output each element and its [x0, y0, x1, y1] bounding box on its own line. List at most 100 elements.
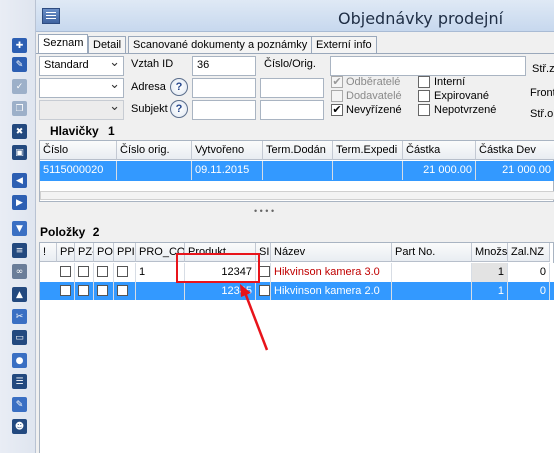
splitter-handle[interactable]: • • • • [254, 206, 274, 216]
filter-select-2[interactable] [39, 78, 124, 98]
cislo-input[interactable] [260, 78, 324, 98]
table-row[interactable]: 5115000020 09.11.2015 21 000.00 21 000.0… [40, 161, 554, 181]
vztah-id-label: Vztah ID [131, 58, 174, 70]
col-mnozstvi[interactable]: Množs [472, 243, 508, 262]
lock-icon[interactable]: ▲ [12, 287, 27, 302]
interni-checkbox[interactable] [418, 76, 430, 88]
tab-external-info[interactable]: Externí info [311, 36, 377, 53]
nepotvrzene-label: Nepotvrzené [434, 104, 497, 116]
cell-zal-nz: 0 [508, 282, 550, 301]
cell-ppi[interactable] [114, 263, 136, 282]
highlight-arrow-icon [240, 284, 269, 351]
check-icon[interactable]: ✓ [12, 79, 27, 94]
cislo-orig-input[interactable] [330, 56, 526, 76]
standard-select[interactable]: Standard [39, 56, 124, 76]
dodavatele-checkbox[interactable] [331, 90, 343, 102]
cell-cislo: 5115000020 [40, 161, 117, 180]
list-icon[interactable]: ≡ [12, 243, 27, 258]
odberatele-checkbox[interactable]: ✔ [331, 76, 343, 88]
col-nazev[interactable]: Název [271, 243, 392, 262]
cell-po[interactable] [94, 263, 114, 282]
nav-first-icon[interactable]: ◀ [12, 173, 27, 188]
print-icon[interactable]: ▣ [12, 145, 27, 160]
edit-icon[interactable]: ✎ [12, 57, 27, 72]
items-grid-empty-area [39, 300, 554, 453]
cell-vytvoreno: 09.11.2015 [192, 161, 263, 180]
col-cislo-orig[interactable]: Číslo orig. [117, 141, 192, 160]
cell-orig [117, 161, 192, 180]
col-pz[interactable]: PZ- [75, 243, 94, 262]
adresa-help-button[interactable]: ? [170, 78, 188, 96]
cell-pz[interactable] [75, 282, 94, 301]
headers-count: 1 [108, 124, 115, 138]
monitor-icon[interactable]: ▭ [12, 330, 27, 345]
table-row[interactable]: 12345 Hikvinson kamera 2.0 1 0 [40, 282, 554, 301]
nav-last-icon[interactable]: ▶ [12, 195, 27, 210]
cell-pp[interactable] [57, 282, 75, 301]
col-po[interactable]: PO [94, 243, 114, 262]
tab-detail[interactable]: Detail [88, 36, 127, 53]
interni-label: Interní [434, 76, 466, 88]
col-ppi[interactable]: PPI [114, 243, 136, 262]
tab-seznam[interactable]: Seznam [38, 34, 89, 54]
orig-input[interactable] [260, 100, 324, 120]
items-title: Položky [40, 225, 86, 239]
headers-hscrollbar[interactable] [40, 191, 554, 200]
filter-icon[interactable]: ▼ [12, 221, 27, 236]
expirovane-label: Expirované [434, 90, 490, 102]
nepotvrzene-checkbox[interactable] [418, 104, 430, 116]
tab-scanned-docs[interactable]: Scanované dokumenty a poznámky [128, 36, 313, 53]
expirovane-checkbox[interactable] [418, 90, 430, 102]
subjekt-help-button[interactable]: ? [170, 100, 188, 118]
notes-icon[interactable]: ✎ [12, 397, 27, 412]
col-vytvoreno[interactable]: Vytvořeno [192, 141, 263, 160]
col-zal-nz[interactable]: Zal.NZ [508, 243, 550, 262]
cell-exped [333, 161, 403, 180]
col-cislo[interactable]: Číslo [40, 141, 117, 160]
col-castka[interactable]: Částka [403, 141, 476, 160]
left-toolbar: ✚ ✎ ✓ ❐ ✖ ▣ ◀ ▶ ▼ ≡ ∞ ▲ ✂ ▭ ● ☰ ✎ ☻ [0, 0, 36, 453]
people-icon[interactable]: ☻ [12, 419, 27, 434]
right-label-1: Stř.zl [532, 63, 554, 75]
headers-grid: Číslo Číslo orig. Vytvořeno Term.Dodán T… [39, 140, 554, 202]
tool-icon[interactable]: ✂ [12, 309, 27, 324]
right-label-3: Stř.ob [530, 108, 554, 120]
link-icon[interactable]: ∞ [12, 264, 27, 279]
delete-icon[interactable]: ✖ [12, 124, 27, 139]
nevyrizene-checkbox[interactable]: ✔ [331, 104, 343, 116]
cell-castka: 21 000.00 [403, 161, 476, 180]
cell-nazev: Hikvinson kamera 3.0 [271, 263, 392, 282]
right-label-2: Fronta [530, 87, 554, 99]
cell-mnozstvi: 1 [472, 282, 508, 301]
cell-pp[interactable] [57, 263, 75, 282]
cell-castka-dev: 21 000.00 [476, 161, 554, 180]
highlight-box [176, 253, 260, 283]
col-castka-dev[interactable]: Částka Dev [476, 141, 554, 160]
items-count: 2 [92, 225, 100, 239]
col-term-dodan[interactable]: Term.Dodán [263, 141, 333, 160]
report-icon[interactable]: ☰ [12, 374, 27, 389]
col-part-no[interactable]: Part No. [392, 243, 472, 262]
cell-ppi[interactable] [114, 282, 136, 301]
add-record-icon[interactable]: ✚ [12, 38, 27, 53]
col-pp[interactable]: PP- [57, 243, 75, 262]
table-row[interactable]: 1 12347 Hikvinson kamera 3.0 1 0 [40, 263, 554, 282]
app-icon [42, 8, 60, 24]
cell-pro-cod [136, 282, 185, 301]
cell-part-no [392, 282, 472, 301]
col-flag[interactable]: ! [40, 243, 57, 262]
copy-icon[interactable]: ❐ [12, 101, 27, 116]
cell-pz[interactable] [75, 263, 94, 282]
vztah-id-input[interactable]: 36 [192, 56, 256, 76]
adresa-label: Adresa [131, 81, 166, 93]
tab-divider [36, 53, 554, 54]
items-section-title: Položky 2 [40, 225, 99, 239]
adresa-input[interactable] [192, 78, 256, 98]
items-grid: ! PP- PZ- PO PPI PRO_COD Produkt SI Náze… [39, 242, 554, 301]
col-term-exped[interactable]: Term.Expedi [333, 141, 403, 160]
filter-select-3[interactable] [39, 100, 124, 120]
cell-zal-nz: 0 [508, 263, 550, 282]
cell-po[interactable] [94, 282, 114, 301]
settings-icon[interactable]: ● [12, 353, 27, 368]
subjekt-input[interactable] [192, 100, 256, 120]
